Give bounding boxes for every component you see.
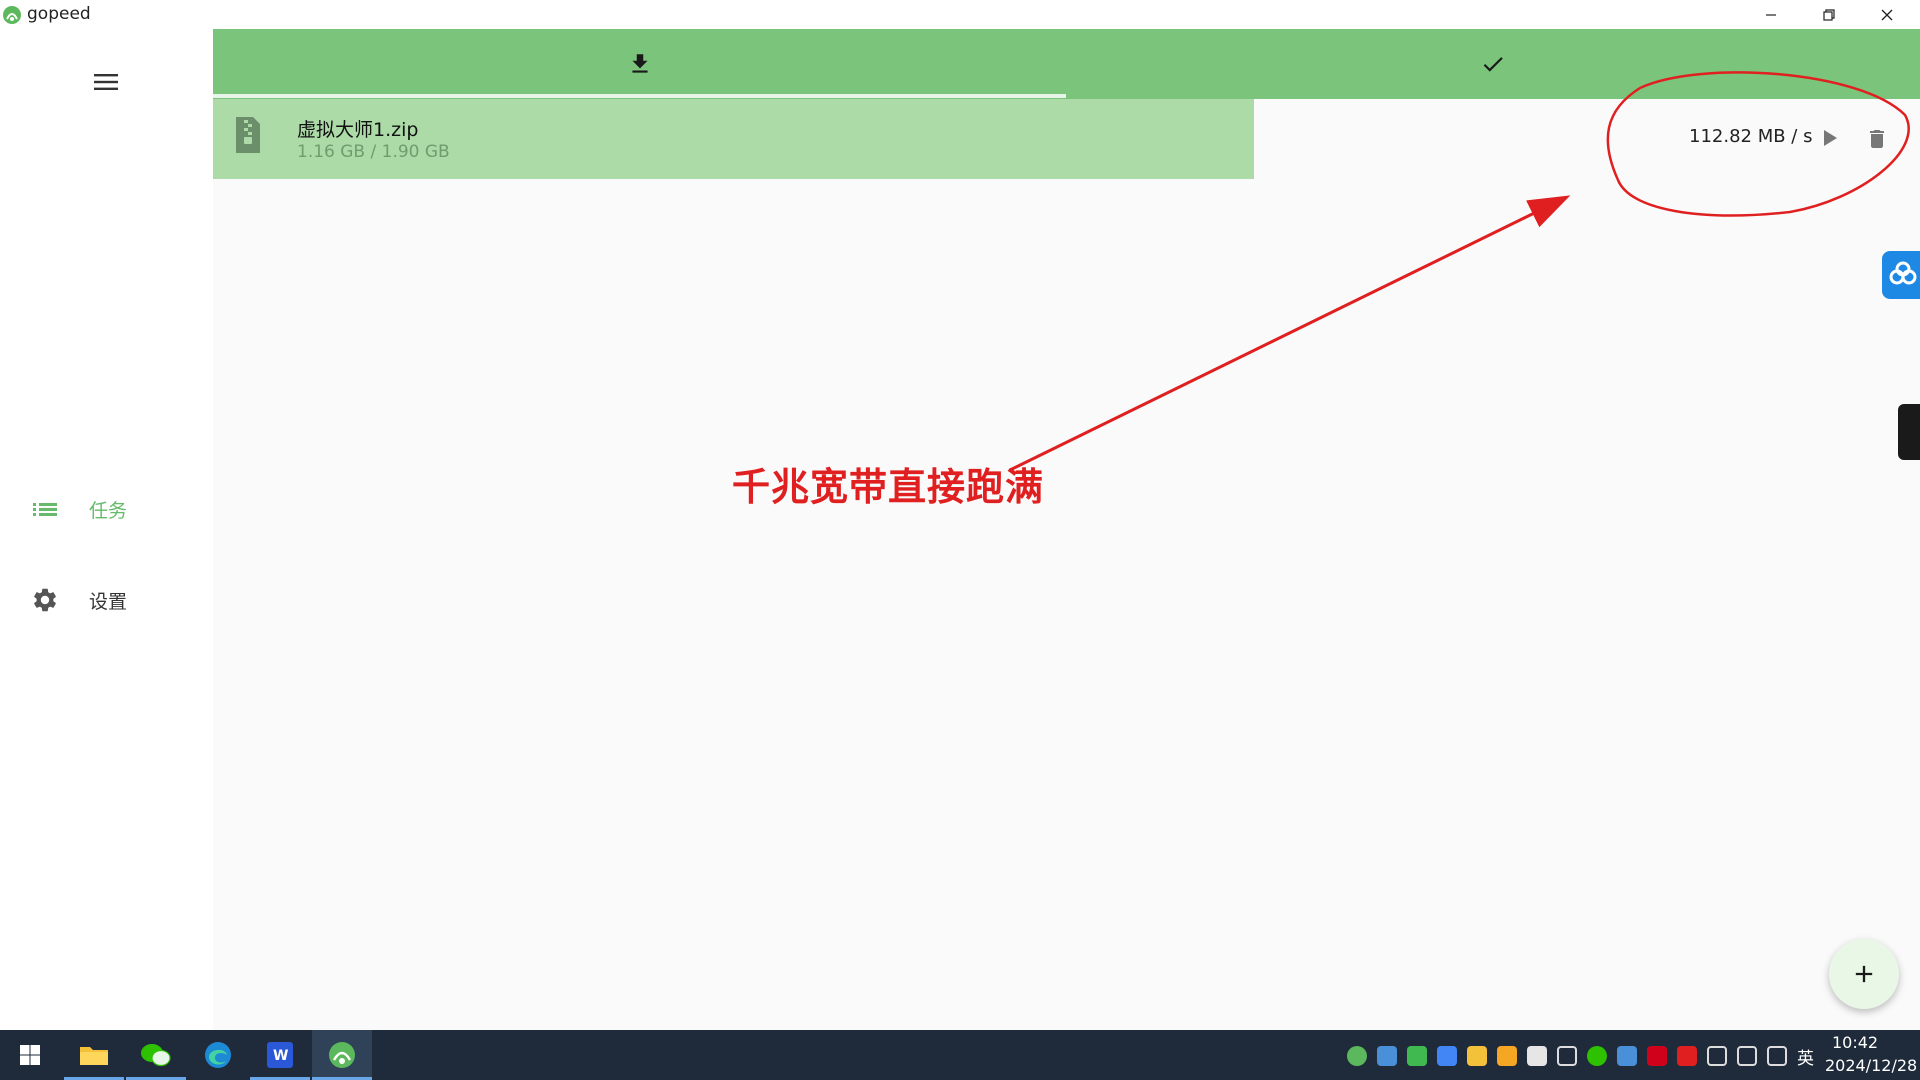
tray-dolby-icon[interactable] xyxy=(1527,1046,1547,1066)
svg-text:W: W xyxy=(273,1048,288,1064)
tray-app-icon[interactable] xyxy=(1407,1046,1427,1066)
clock-date[interactable]: 2024/12/28 xyxy=(1825,1056,1917,1075)
windows-taskbar: W 英 10:42 2024/12/28 xyxy=(0,1030,1920,1080)
clock-time[interactable]: 10:42 xyxy=(1832,1033,1878,1052)
battery-icon[interactable] xyxy=(1707,1046,1727,1066)
tray-gopeed-icon[interactable] xyxy=(1347,1046,1367,1066)
taskbar-edge[interactable] xyxy=(188,1030,248,1080)
tray-netdisk-icon[interactable] xyxy=(1377,1046,1397,1066)
windows-start-icon xyxy=(20,1045,40,1065)
volume-mute-icon[interactable] xyxy=(1767,1046,1787,1066)
word-icon: W xyxy=(267,1042,293,1068)
start-button[interactable] xyxy=(0,1030,60,1080)
tray-app3-icon[interactable] xyxy=(1647,1046,1667,1066)
taskbar-file-explorer[interactable] xyxy=(64,1030,124,1080)
annotation-arrow xyxy=(1009,195,1571,472)
gopeed-icon xyxy=(329,1042,355,1068)
tray-speaker-alert-icon[interactable] xyxy=(1677,1046,1697,1066)
tray-app2-icon[interactable] xyxy=(1617,1046,1637,1066)
taskbar-word[interactable]: W xyxy=(250,1030,310,1080)
taskbar-gopeed[interactable] xyxy=(312,1030,372,1080)
tray-browser-icon[interactable] xyxy=(1437,1046,1457,1066)
edge-icon xyxy=(205,1042,231,1068)
input-language-indicator[interactable]: 英 xyxy=(1797,1044,1814,1069)
network-icon[interactable] xyxy=(1737,1046,1757,1066)
folder-icon xyxy=(80,1047,108,1065)
annotation-overlay xyxy=(1009,71,1910,472)
tray-wechat-icon[interactable] xyxy=(1587,1046,1607,1066)
annotation-text: 千兆宽带直接跑满 xyxy=(732,465,1045,509)
annotation-circle xyxy=(1606,71,1910,217)
tray-window-icon[interactable] xyxy=(1557,1046,1577,1066)
tray-folder-icon[interactable] xyxy=(1467,1046,1487,1066)
taskbar-wechat[interactable] xyxy=(126,1030,186,1080)
tray-shield-icon[interactable] xyxy=(1497,1046,1517,1066)
wechat-icon xyxy=(141,1044,171,1067)
